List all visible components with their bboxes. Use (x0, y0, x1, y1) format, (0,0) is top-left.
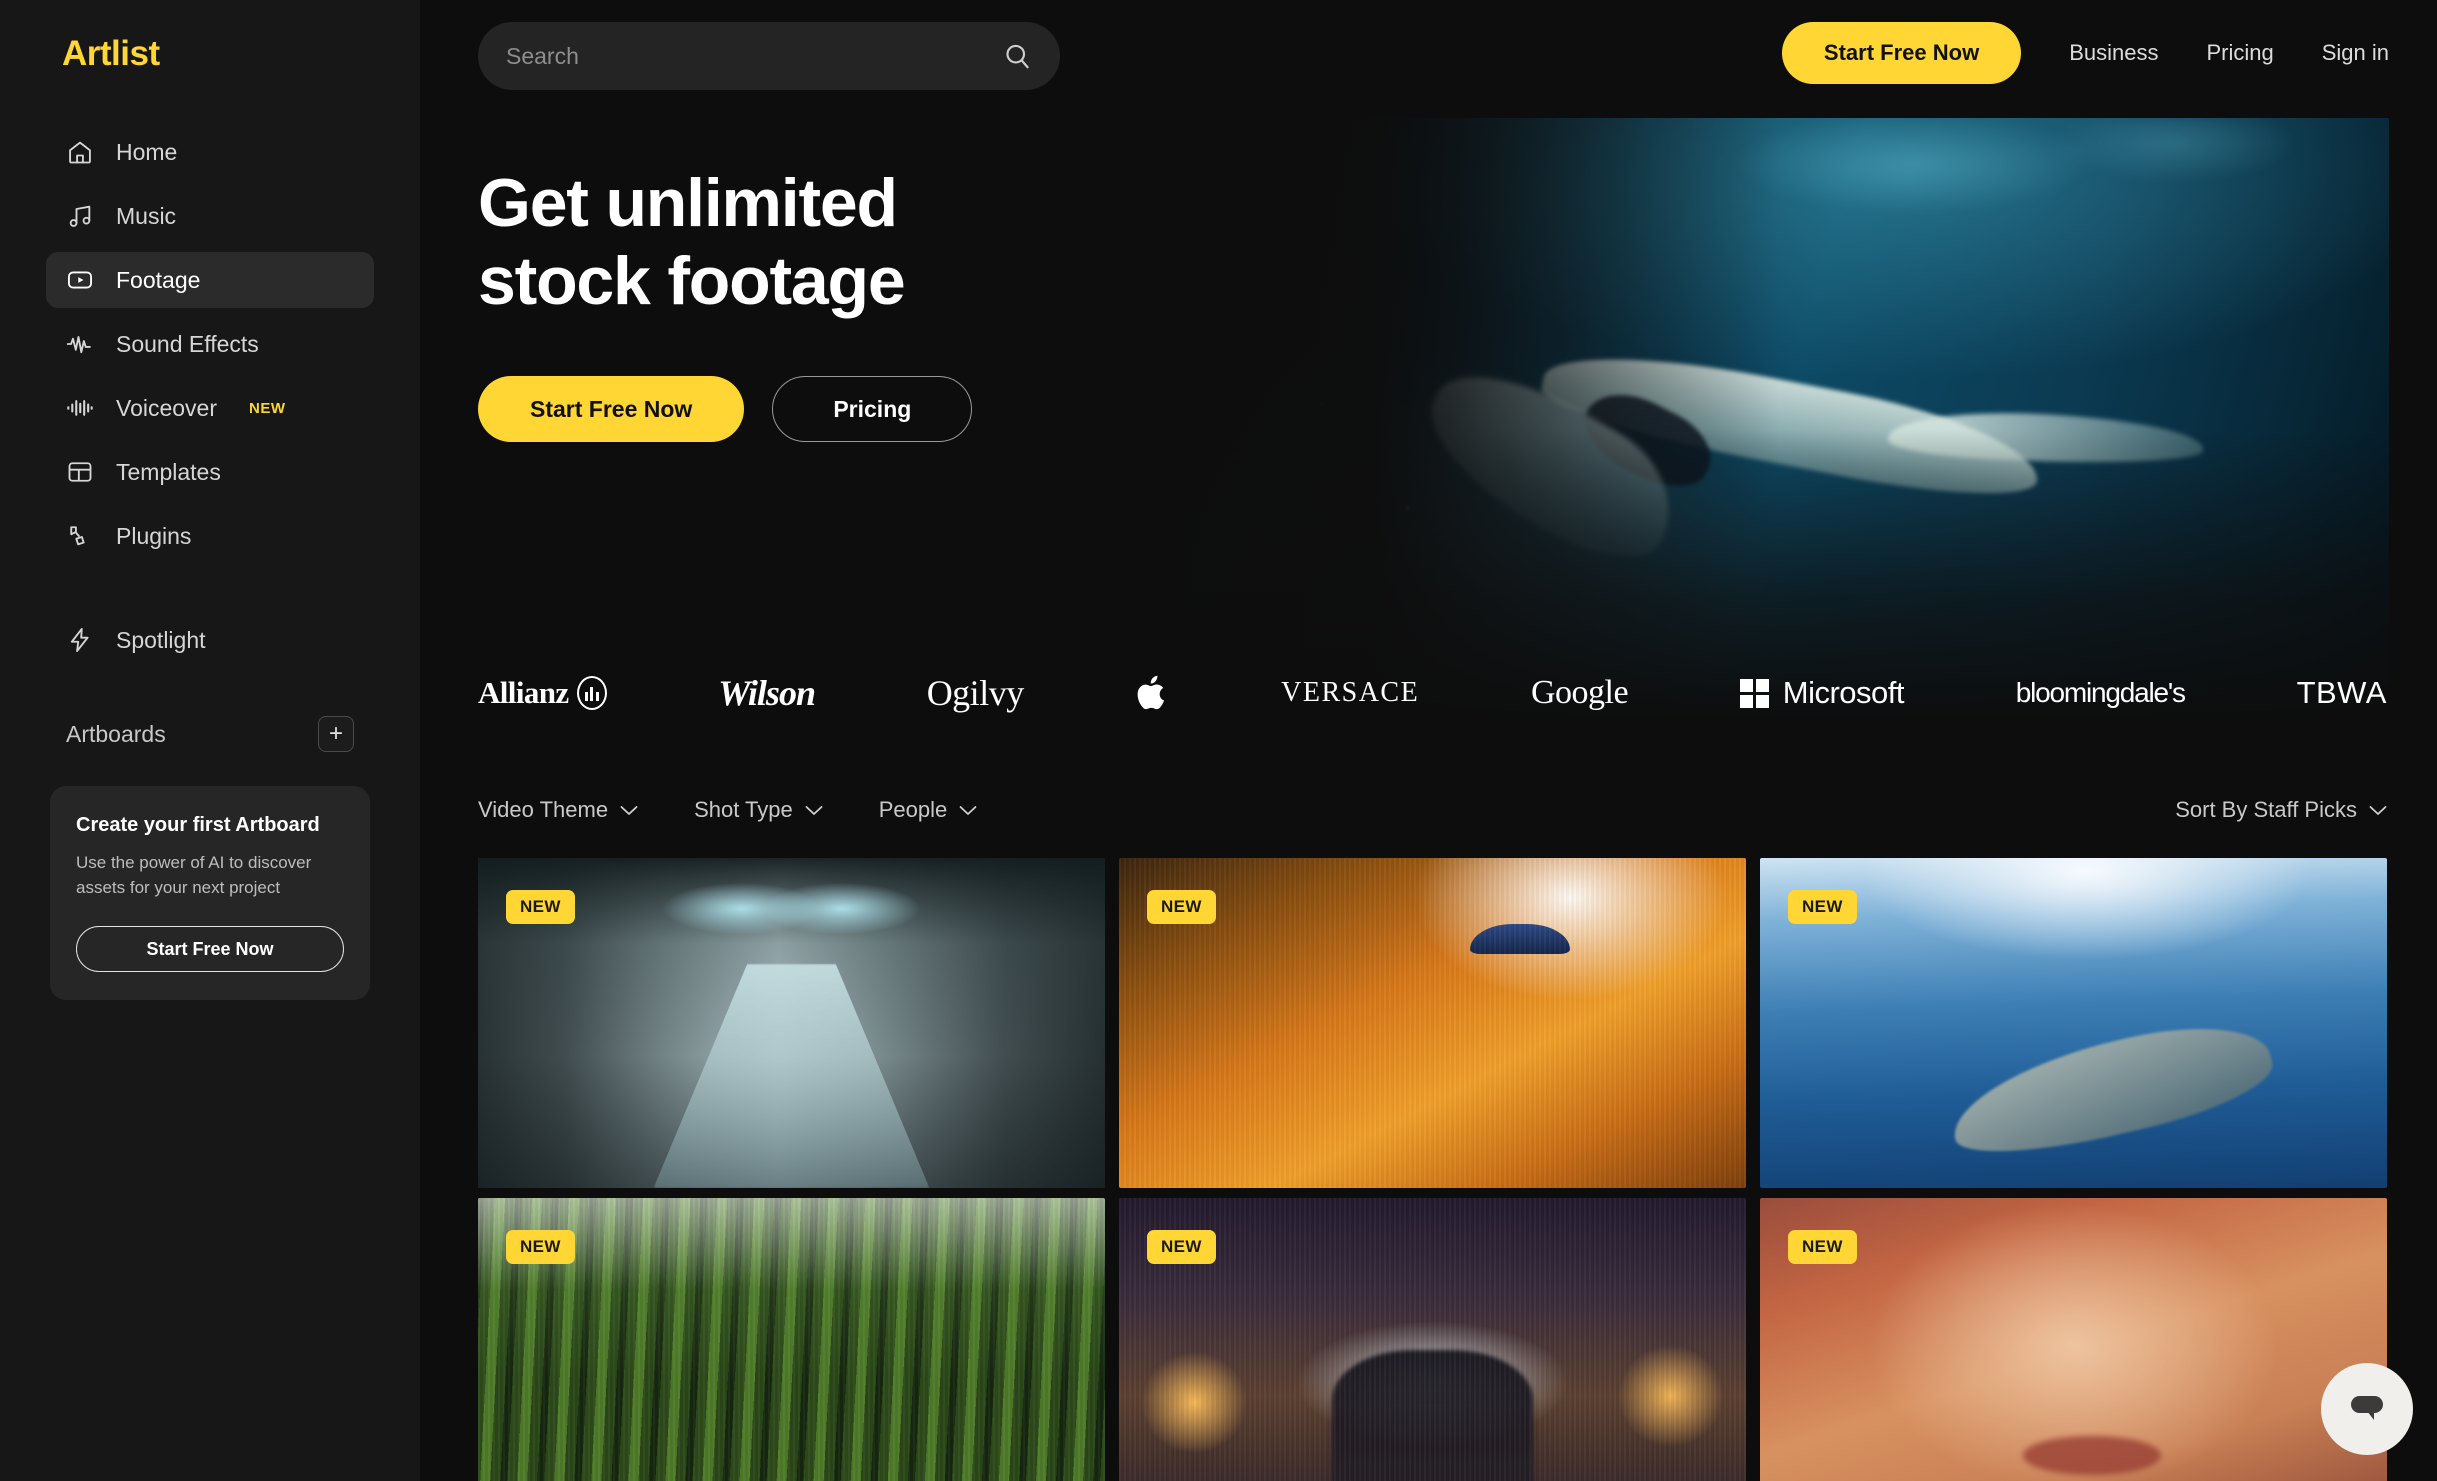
chevron-down-icon (620, 805, 638, 815)
new-badge: NEW (1788, 890, 1857, 924)
logo-allianz: Allianz (478, 675, 607, 711)
layout-icon (66, 458, 94, 486)
nav-link-business[interactable]: Business (2069, 40, 2158, 66)
filter-label: People (878, 797, 948, 822)
sidebar-item-label: Voiceover (116, 394, 218, 421)
music-note-icon (66, 202, 94, 230)
search-icon[interactable] (1002, 41, 1032, 71)
logo-ogilvy: Ogilvy (926, 673, 1025, 713)
new-badge: NEW (1147, 1230, 1216, 1264)
sidebar-item-label: Spotlight (116, 626, 206, 653)
start-free-now-button-top[interactable]: Start Free Now (1781, 22, 2022, 84)
nav-link-pricing[interactable]: Pricing (2206, 40, 2273, 66)
chevron-down-icon (2369, 805, 2387, 815)
sidebar-item-label: Music (116, 202, 177, 229)
create-artboard-description: Use the power of AI to discover assets f… (76, 853, 312, 897)
chat-bubble-button[interactable] (2321, 1363, 2413, 1455)
plugin-icon (66, 522, 94, 550)
nav-divider-space (46, 572, 374, 612)
artboards-header: Artboards + (46, 716, 374, 752)
chat-bubble-icon (2351, 1396, 2383, 1420)
main-content: Start Free Now Business Pricing Sign in (420, 0, 2437, 1481)
logo-bloomingdales: bloomingdale's (2015, 677, 2186, 708)
hero-pricing-button[interactable]: Pricing (772, 376, 973, 443)
sidebar-item-label: Sound Effects (116, 330, 259, 357)
footage-grid: NEW NEW NEW NEW NEW NEW (478, 858, 2387, 1481)
brand-logo-strip: Allianz Wilson Ogilvy VERSACE Google Mic… (478, 648, 2387, 738)
footage-card[interactable]: NEW (478, 1198, 1105, 1481)
hero-bottom-gradient (1119, 118, 2389, 718)
chevron-down-icon (959, 805, 977, 815)
sidebar-item-plugins[interactable]: Plugins (46, 508, 374, 564)
microsoft-squares-icon (1739, 678, 1769, 708)
hero-buttons: Start Free Now Pricing (478, 376, 973, 443)
sidebar-item-sound-effects[interactable]: Sound Effects (46, 316, 374, 372)
logo-wilson: Wilson (718, 673, 816, 713)
sidebar-item-spotlight[interactable]: Spotlight (46, 612, 374, 668)
artboards-title: Artboards (66, 720, 166, 747)
sidebar-item-label: Templates (116, 458, 221, 485)
filter-label: Video Theme (478, 797, 609, 822)
footage-card[interactable]: NEW (1760, 858, 2387, 1188)
sidebar-item-voiceover[interactable]: Voiceover NEW (46, 380, 374, 436)
footage-card[interactable]: NEW (478, 858, 1105, 1188)
chevron-down-icon (805, 805, 823, 815)
nav-link-sign-in[interactable]: Sign in (2322, 40, 2389, 66)
filter-people[interactable]: People (879, 797, 978, 823)
artboard-start-free-button[interactable]: Start Free Now (76, 926, 344, 973)
audio-bars-icon (66, 394, 94, 422)
filter-video-theme[interactable]: Video Theme (478, 797, 638, 823)
hero-background-image (1119, 118, 2389, 718)
filter-shot-type[interactable]: Shot Type (694, 797, 823, 823)
logo-versace: VERSACE (1281, 677, 1420, 708)
filter-bar: Video Theme Shot Type People Sort By Sta… (478, 780, 2387, 840)
artlist-logo[interactable]: Artlist (62, 34, 420, 74)
create-artboard-card: Create your first Artboard Use the power… (50, 786, 370, 1001)
logo-tbwa: TBWA (2296, 675, 2387, 710)
sort-label: Sort By Staff Picks (2175, 797, 2357, 822)
search-bar[interactable] (478, 22, 1060, 90)
apple-logo-icon (1135, 673, 1169, 713)
create-artboard-title: Create your first Artboard (76, 814, 320, 836)
video-play-icon (66, 266, 94, 294)
sidebar-item-home[interactable]: Home (46, 124, 374, 180)
footage-card[interactable]: NEW (1119, 1198, 1746, 1481)
sidebar-item-label: Footage (116, 266, 201, 293)
footage-card[interactable]: NEW (1119, 858, 1746, 1188)
allianz-mark-icon (576, 676, 607, 710)
sidebar-item-templates[interactable]: Templates (46, 444, 374, 500)
hero-section: Get unlimited stock footage Start Free N… (420, 118, 2437, 718)
new-badge: NEW (1788, 1230, 1857, 1264)
hero-start-free-now-button[interactable]: Start Free Now (478, 376, 745, 443)
waveform-icon (66, 330, 94, 358)
hero-title: Get unlimited stock footage (478, 165, 906, 320)
status-badge-new: NEW (249, 399, 286, 417)
lightning-icon (66, 626, 94, 654)
new-badge: NEW (506, 1230, 575, 1264)
logo-google: Google (1530, 674, 1629, 711)
add-artboard-button[interactable]: + (318, 716, 354, 752)
sidebar-item-footage[interactable]: Footage (46, 252, 374, 308)
topbar-actions: Start Free Now Business Pricing Sign in (1781, 22, 2389, 84)
search-input[interactable] (506, 42, 1002, 70)
app-root: Artlist Home Music Footage Sound Effects… (0, 0, 2437, 1481)
sidebar: Artlist Home Music Footage Sound Effects… (0, 0, 420, 1481)
sidebar-item-label: Home (116, 138, 178, 165)
sidebar-item-music[interactable]: Music (46, 188, 374, 244)
sort-by-dropdown[interactable]: Sort By Staff Picks (2175, 797, 2387, 823)
logo-microsoft: Microsoft (1739, 675, 1905, 711)
home-icon (66, 138, 94, 166)
filter-label: Shot Type (694, 797, 793, 822)
new-badge: NEW (1147, 890, 1216, 924)
new-badge: NEW (506, 890, 575, 924)
footage-card[interactable]: NEW (1760, 1198, 2387, 1481)
sidebar-nav: Home Music Footage Sound Effects Voiceov… (0, 124, 420, 668)
topbar: Start Free Now Business Pricing Sign in (420, 0, 2437, 110)
sidebar-item-label: Plugins (116, 522, 192, 549)
hero-copy: Get unlimited stock footage Start Free N… (478, 164, 973, 443)
